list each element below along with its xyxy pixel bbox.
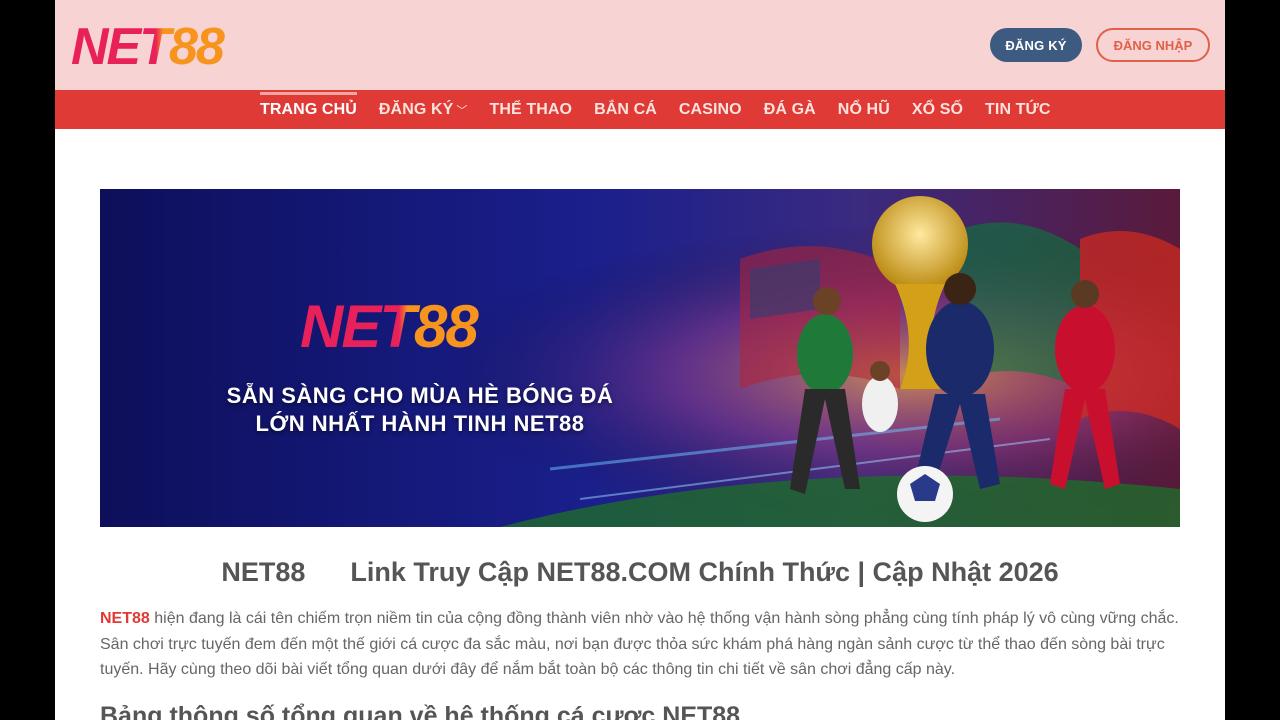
- title-brand: NET88: [221, 557, 306, 587]
- main-nav: TRANG CHỦ ĐĂNG KÝ ﹀ THỂ THAO BẮN CÁ CASIN…: [55, 90, 1225, 129]
- intro-text: hiện đang là cái tên chiếm trọn niềm tin…: [100, 610, 1179, 678]
- login-button[interactable]: ĐĂNG NHẬP: [1096, 28, 1210, 62]
- banner-artwork: [100, 189, 1180, 527]
- page-title: NET88 Link Truy Cập NET88.COM Chính Thức …: [100, 557, 1180, 588]
- logo-text: NET88: [71, 18, 225, 74]
- banner-headline-line1: SẴN SÀNG CHO MÙA HÈ BÓNG ĐÁ: [226, 383, 614, 408]
- nav-item-slots[interactable]: NỔ HŨ: [838, 90, 890, 129]
- register-button[interactable]: ĐĂNG KÝ: [990, 28, 1082, 62]
- nav-item-sports[interactable]: THỂ THAO: [490, 90, 573, 129]
- nav-item-label: ĐÁ GÀ: [763, 100, 816, 118]
- nav-item-home[interactable]: TRANG CHỦ: [260, 90, 357, 129]
- intro-paragraph: NET88 hiện đang là cái tên chiếm trọn ni…: [100, 606, 1185, 683]
- nav-item-lottery[interactable]: XỔ SỐ: [912, 90, 963, 129]
- banner-brand-text: NET88: [300, 293, 479, 359]
- nav-item-label: NỔ HŨ: [837, 100, 890, 118]
- nav-item-label: THỂ THAO: [489, 100, 573, 118]
- nav-item-label: TIN TỨC: [985, 100, 1051, 118]
- nav-item-label: BẮN CÁ: [594, 100, 657, 118]
- chevron-down-icon: ﹀: [456, 104, 468, 117]
- site-logo[interactable]: NET88: [69, 16, 279, 74]
- banner-headline-line2: LỚN NHẤT HÀNH TINH NET88: [255, 411, 585, 436]
- site-header: NET88 ĐĂNG KÝ ĐĂNG NHẬP: [55, 0, 1225, 90]
- nav-item-label: XỔ SỐ: [911, 100, 964, 118]
- nav-item-news[interactable]: TIN TỨC: [985, 90, 1051, 129]
- nav-item-label: ĐĂNG KÝ: [378, 100, 454, 118]
- nav-item-fishing[interactable]: BẮN CÁ: [594, 90, 657, 129]
- banner-logo: NET88: [300, 293, 481, 359]
- intro-brand-link[interactable]: NET88: [100, 610, 150, 627]
- page: NET88 ĐĂNG KÝ ĐĂNG NHẬP TRANG CHỦ ĐĂNG K…: [55, 0, 1225, 720]
- section-heading: Bảng thông số tổng quan về hệ thống cá c…: [100, 702, 741, 720]
- nav-item-label: TRANG CHỦ: [260, 100, 357, 118]
- nav-item-label: CASINO: [678, 100, 742, 118]
- nav-item-casino[interactable]: CASINO: [679, 90, 742, 129]
- title-text: Link Truy Cập NET88.COM Chính Thức | Cập…: [350, 557, 1059, 587]
- nav-item-cockfight[interactable]: ĐÁ GÀ: [764, 90, 816, 129]
- hero-banner[interactable]: NET88 SẴN SÀNG CHO MÙA HÈ BÓNG ĐÁ LỚN NH…: [100, 189, 1180, 527]
- nav-item-register[interactable]: ĐĂNG KÝ ﹀: [379, 90, 468, 129]
